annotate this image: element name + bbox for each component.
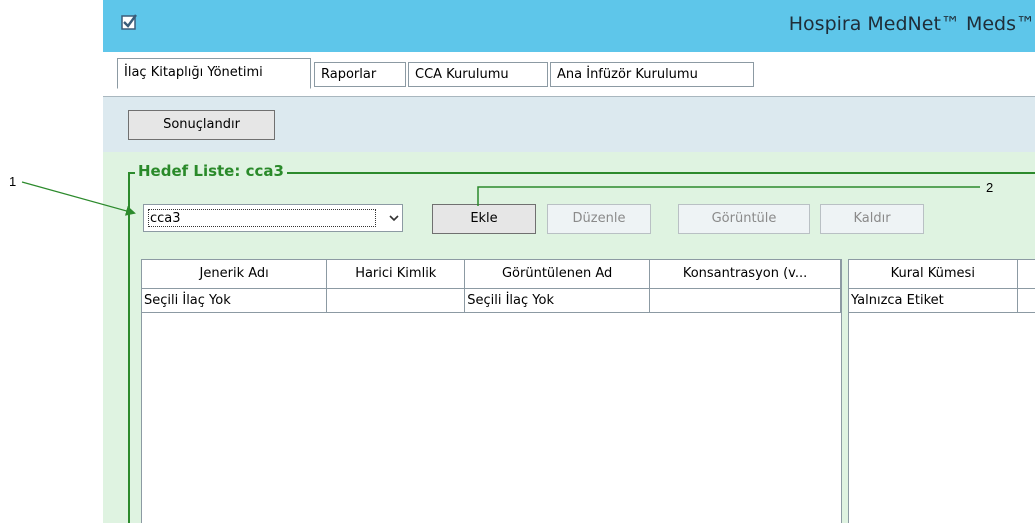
column-header-truncated[interactable] [1017,260,1035,289]
edit-button[interactable]: Düzenle [547,204,651,234]
cell-concentration [649,288,841,313]
target-list-title: Hedef Liste: cca3 [135,162,287,180]
target-list-panel: Hedef Liste: cca3 cca3 Ekle Düzenle Görü… [103,152,1035,523]
column-header-generic-name[interactable]: Jenerik Adı [142,260,328,289]
tab-cca-setup[interactable]: CCA Kurulumu [408,62,548,87]
table-row[interactable]: Yalnızca Etiket [849,288,1035,313]
cell-generic-name: Seçili İlaç Yok [142,288,328,313]
cell-rule-set: Yalnızca Etiket [849,288,1018,313]
finalize-button[interactable]: Sonuçlandır [128,110,275,140]
toolbar: Sonuçlandır [103,97,1035,152]
tab-bar: İlaç Kitaplığı Yönetimi Raporlar CCA Kur… [103,52,1035,97]
column-header-display-name[interactable]: Görüntülenen Ad [464,260,651,289]
title-bar: Hospira MedNet™ Meds™ [103,0,1035,52]
tab-master-infuser-setup[interactable]: Ana İnfüzör Kurulumu [550,62,754,87]
callout-1-label: 1 [9,174,17,189]
column-header-concentration[interactable]: Konsantrasyon (v... [649,260,841,289]
tab-drug-library-management[interactable]: İlaç Kitaplığı Yönetimi [117,58,311,89]
view-button[interactable]: Görüntüle [678,204,810,234]
cell-truncated [1017,288,1035,313]
column-header-rule-set[interactable]: Kural Kümesi [849,260,1018,289]
app-checkbox-icon [121,14,137,30]
app-window: Hospira MedNet™ Meds™ İlaç Kitaplığı Yön… [103,0,1035,523]
target-list-selected-value: cca3 [148,209,376,227]
table-row[interactable]: Seçili İlaç Yok Seçili İlaç Yok [142,288,841,313]
rule-set-table: Kural Kümesi Yalnızca Etiket [848,259,1035,523]
tab-reports[interactable]: Raporlar [314,62,406,87]
rule-table-header-row: Kural Kümesi [849,260,1035,289]
callout-2-label: 2 [986,180,994,195]
column-header-external-id[interactable]: Harici Kimlik [326,260,466,289]
window-title: Hospira MedNet™ Meds™ [788,13,1035,35]
chevron-down-icon[interactable] [387,211,401,225]
drug-table: Jenerik Adı Harici Kimlik Görüntülenen A… [141,259,842,523]
cell-display-name: Seçili İlaç Yok [464,288,651,313]
cell-external-id [326,288,466,313]
target-list-dropdown[interactable]: cca3 [143,204,403,232]
drug-table-header-row: Jenerik Adı Harici Kimlik Görüntülenen A… [142,260,841,289]
remove-button[interactable]: Kaldır [820,204,924,234]
add-button[interactable]: Ekle [432,204,536,234]
